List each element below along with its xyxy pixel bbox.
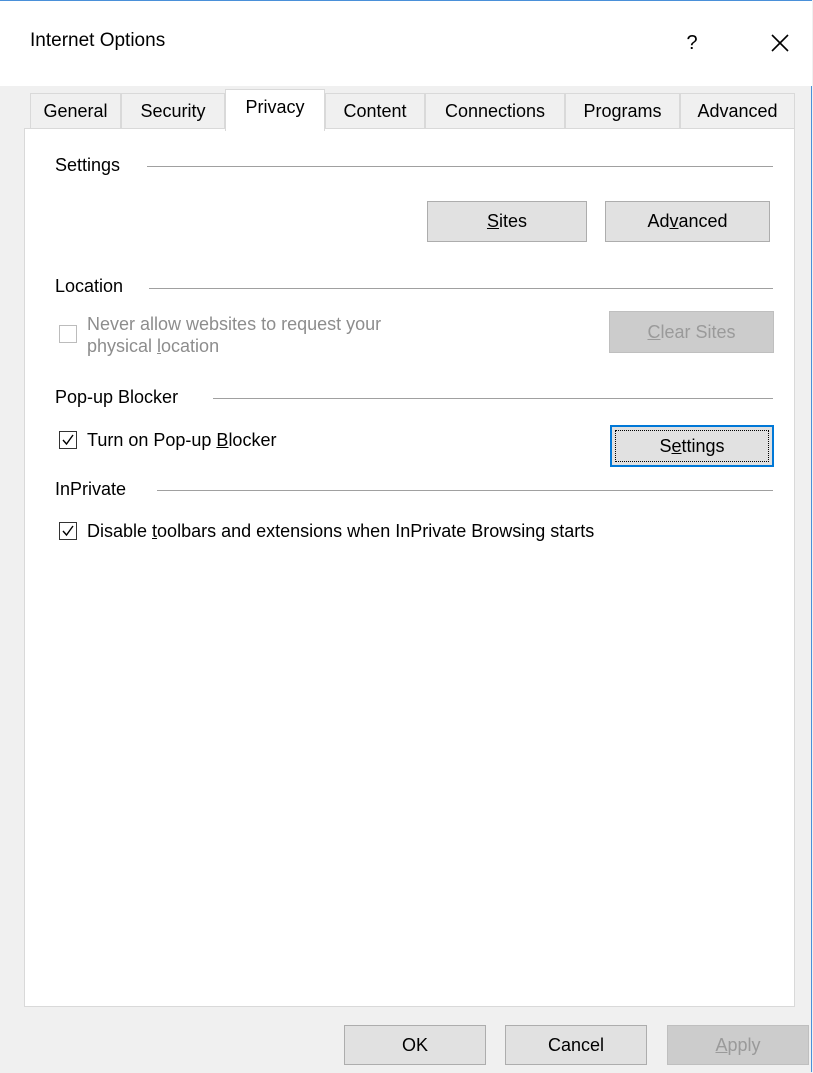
tab-advanced[interactable]: Advanced [680, 93, 795, 129]
popup-blocker-divider [213, 398, 773, 399]
disable-toolbars-checkbox[interactable] [59, 522, 77, 540]
button-label: Clear Sites [647, 321, 736, 342]
close-icon [771, 34, 789, 52]
never-allow-location-label: Never allow websites to request your phy… [87, 314, 382, 356]
tab-privacy[interactable]: Privacy [225, 89, 325, 131]
location-divider [149, 288, 773, 289]
tab-label: Security [140, 101, 206, 121]
tab-label: Connections [444, 101, 546, 121]
tab-content[interactable]: Content [325, 93, 425, 129]
apply-button[interactable]: Apply [667, 1025, 809, 1065]
window-title: Internet Options [30, 30, 166, 51]
popup-settings-button[interactable]: Settings [610, 425, 774, 467]
popup-blocker-label: Turn on Pop-up Blocker [87, 430, 277, 450]
location-section-heading: Location [55, 276, 124, 296]
tab-label: Advanced [697, 101, 778, 121]
button-label: OK [401, 1034, 428, 1055]
sites-button[interactable]: Sites [427, 201, 587, 242]
inprivate-section-heading: InPrivate [55, 479, 127, 499]
tab-security[interactable]: Security [121, 93, 225, 129]
button-label: Advanced [647, 211, 728, 231]
tab-programs[interactable]: Programs [565, 93, 680, 129]
cancel-button[interactable]: Cancel [505, 1025, 647, 1065]
button-label: Apply [715, 1034, 761, 1055]
settings-divider [147, 166, 773, 167]
inprivate-divider [157, 490, 773, 491]
focus-rectangle [615, 430, 769, 462]
title-bar: Internet Options ? [0, 1, 812, 86]
tab-connections[interactable]: Connections [425, 93, 565, 129]
disable-toolbars-label: Disable toolbars and extensions when InP… [87, 521, 595, 541]
tab-strip: General Security Privacy Content Connect… [30, 89, 798, 131]
never-allow-location-checkbox[interactable] [59, 325, 77, 343]
tab-label: Programs [583, 101, 662, 121]
close-button[interactable] [760, 23, 800, 63]
tab-label: Content [343, 101, 407, 121]
advanced-button[interactable]: Advanced [605, 201, 770, 242]
checkmark-icon [62, 434, 74, 446]
tab-label: Privacy [245, 97, 305, 117]
button-label: Sites [486, 211, 528, 231]
popup-blocker-checkbox[interactable] [59, 431, 77, 449]
checkmark-icon [62, 525, 74, 537]
settings-section-heading: Settings [55, 155, 121, 175]
help-button[interactable]: ? [672, 23, 712, 63]
internet-options-dialog: Internet Options ? General Security Priv… [0, 0, 812, 1072]
ok-button[interactable]: OK [344, 1025, 486, 1065]
button-label: Cancel [547, 1034, 605, 1055]
popup-blocker-section-heading: Pop-up Blocker [55, 387, 179, 407]
privacy-tab-panel: Settings Sites Advanced Location Never a… [24, 128, 795, 1007]
tab-general[interactable]: General [30, 93, 121, 129]
tab-label: General [43, 101, 108, 121]
clear-sites-button[interactable]: Clear Sites [609, 311, 774, 353]
